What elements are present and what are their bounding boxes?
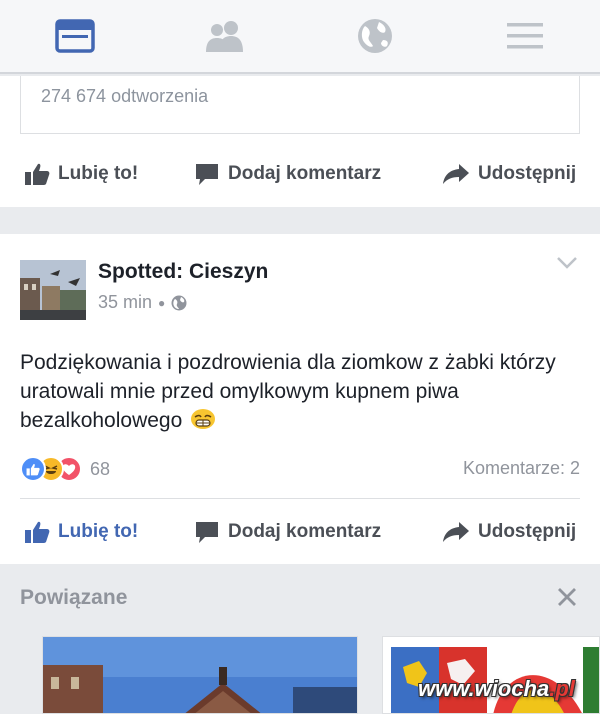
like-reaction-icon [20, 456, 46, 482]
like-button[interactable]: Lubię to! [24, 512, 138, 552]
divider [20, 498, 580, 499]
post-actions: Lubię to! Dodaj komentarz Udostępnij [0, 512, 600, 552]
share-label: Udostępnij [478, 163, 577, 184]
previous-post-card: 274 674 odtworzenia Lubię to! Dodaj kome… [0, 76, 600, 207]
related-card[interactable] [382, 636, 600, 714]
watermark: www.wiocha.pl [418, 676, 575, 702]
comment-button[interactable]: Dodaj komentarz [194, 154, 381, 194]
post-body: Podziękowania i pozdrowienia dla ziomkow… [20, 351, 556, 432]
comment-label: Dodaj komentarz [228, 521, 382, 542]
like-label: Lubię to! [58, 521, 139, 542]
public-globe-icon [171, 295, 187, 310]
tab-notifications[interactable] [300, 0, 450, 72]
view-count: 274 674 odtworzenia [41, 86, 209, 106]
related-close-button[interactable] [556, 586, 578, 613]
menu-icon [507, 23, 543, 49]
friends-icon [206, 21, 243, 52]
grin-emoji-icon [191, 409, 216, 429]
comment-icon [196, 164, 218, 185]
tab-news-feed[interactable] [0, 0, 150, 72]
comment-label: Dodaj komentarz [228, 163, 382, 184]
share-arrow-icon [443, 164, 469, 184]
share-button[interactable]: Udostępnij [442, 512, 576, 552]
post-time[interactable]: 35 min [98, 292, 152, 313]
post-text: Podziękowania i pozdrowienia dla ziomkow… [20, 348, 580, 435]
page-name[interactable]: Spotted: Cieszyn [98, 260, 268, 284]
comments-count[interactable]: Komentarze: 2 [463, 458, 580, 479]
globe-icon [358, 19, 392, 53]
related-card[interactable] [42, 636, 358, 714]
avatar-photo [20, 260, 86, 320]
thumbs-up-icon [25, 521, 50, 543]
comment-button[interactable]: Dodaj komentarz [194, 512, 381, 552]
like-button[interactable]: Lubię to! [24, 154, 138, 194]
like-label: Lubię to! [58, 163, 139, 184]
news-feed-icon [55, 19, 95, 53]
post-card: Spotted: Cieszyn 35 min ● Podziękowania … [0, 234, 600, 564]
share-label: Udostępnij [478, 521, 577, 542]
related-thumbnail [43, 637, 357, 713]
video-preview-footer: 274 674 odtworzenia [20, 76, 580, 134]
chevron-down-icon [557, 257, 577, 269]
separator-dot: ● [158, 295, 166, 310]
post-options-button[interactable] [556, 256, 578, 275]
share-arrow-icon [443, 522, 469, 542]
page-avatar[interactable] [20, 260, 86, 320]
share-button[interactable]: Udostępnij [442, 154, 576, 194]
top-navigation-bar [0, 0, 600, 74]
watermark-text: www.wiocha [418, 676, 550, 701]
reactions-summary[interactable]: 68 [20, 456, 110, 482]
tab-friends[interactable] [150, 0, 300, 72]
thumbs-up-icon [25, 163, 50, 185]
comment-icon [196, 522, 218, 543]
close-icon [558, 588, 576, 606]
watermark-accent: .pl [549, 676, 575, 701]
tab-menu[interactable] [450, 0, 600, 72]
post-meta: 35 min ● [98, 292, 187, 313]
related-section-title: Powiązane [20, 586, 128, 609]
post-actions: Lubię to! Dodaj komentarz Udostępnij [0, 154, 600, 194]
reaction-count: 68 [90, 458, 111, 479]
